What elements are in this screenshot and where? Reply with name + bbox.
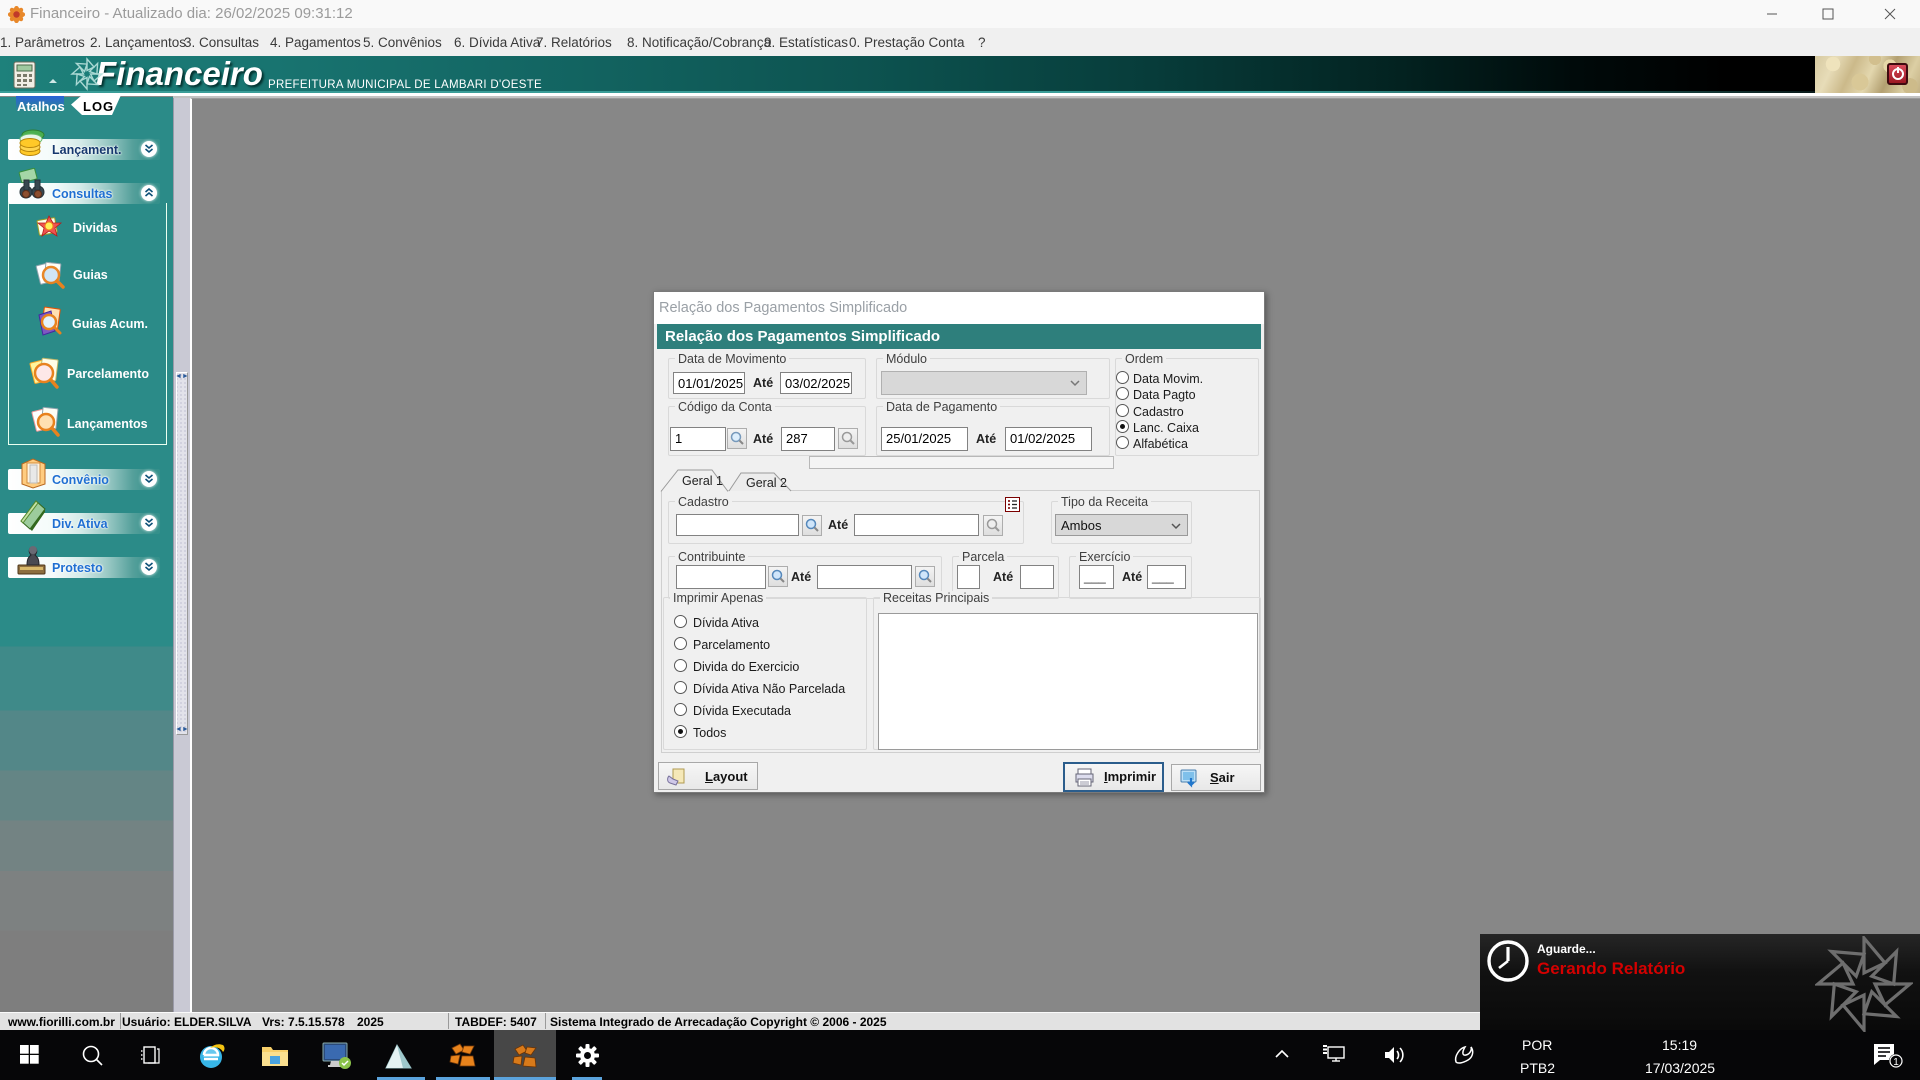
svg-text:1: 1 <box>1893 1057 1899 1068</box>
